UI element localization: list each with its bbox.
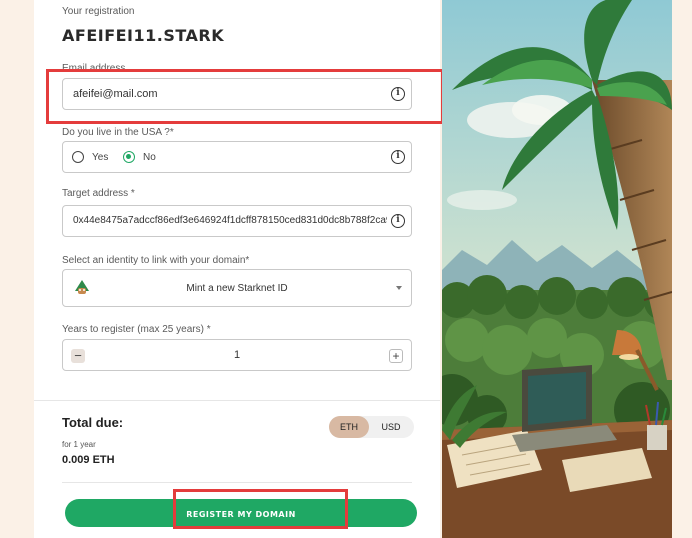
target-address-field[interactable]: 0x44e8475a7adccf86edf3e646924f1dcff87815… bbox=[62, 205, 412, 237]
identity-selected-value: Mint a new Starknet ID bbox=[186, 283, 288, 294]
email-highlight-box bbox=[46, 69, 444, 124]
plus-icon: + bbox=[392, 349, 400, 363]
usa-yes-label: Yes bbox=[92, 152, 109, 163]
currency-usd-option[interactable]: USD bbox=[371, 416, 411, 438]
registration-label: Your registration bbox=[62, 6, 135, 17]
years-value[interactable]: 1 bbox=[63, 349, 411, 361]
identity-select[interactable]: Mint a new Starknet ID bbox=[62, 269, 412, 307]
radio-selected-dot bbox=[126, 154, 131, 159]
decorative-illustration bbox=[442, 0, 672, 538]
plus-button[interactable]: + bbox=[389, 349, 403, 363]
total-amount: 0.009 ETH bbox=[62, 454, 115, 466]
domain-title: AFEIFEI11.STARK bbox=[62, 26, 225, 45]
identity-label: Select an identity to link with your dom… bbox=[62, 255, 250, 266]
usa-no-radio[interactable] bbox=[123, 151, 135, 163]
total-due-title: Total due: bbox=[62, 415, 124, 430]
usa-no-label: No bbox=[143, 152, 156, 163]
register-button-highlight-box bbox=[173, 489, 348, 529]
chevron-down-icon bbox=[396, 286, 402, 290]
usa-yes-radio[interactable] bbox=[72, 151, 84, 163]
years-stepper: − 1 + bbox=[62, 339, 412, 371]
target-address-label: Target address * bbox=[62, 188, 135, 199]
currency-toggle: ETH USD bbox=[329, 416, 414, 438]
info-icon[interactable]: i bbox=[391, 150, 405, 164]
currency-eth-option[interactable]: ETH bbox=[329, 416, 369, 438]
usa-radio-group: Yes No i bbox=[62, 141, 412, 173]
section-divider bbox=[34, 400, 440, 401]
years-label: Years to register (max 25 years) * bbox=[62, 324, 211, 335]
total-period: for 1 year bbox=[62, 440, 96, 449]
usa-label: Do you live in the USA ?* bbox=[62, 127, 174, 138]
target-address-value: 0x44e8475a7adccf86edf3e646924f1dcff87815… bbox=[73, 215, 387, 226]
info-icon[interactable]: i bbox=[391, 214, 405, 228]
bottom-divider bbox=[62, 482, 412, 483]
